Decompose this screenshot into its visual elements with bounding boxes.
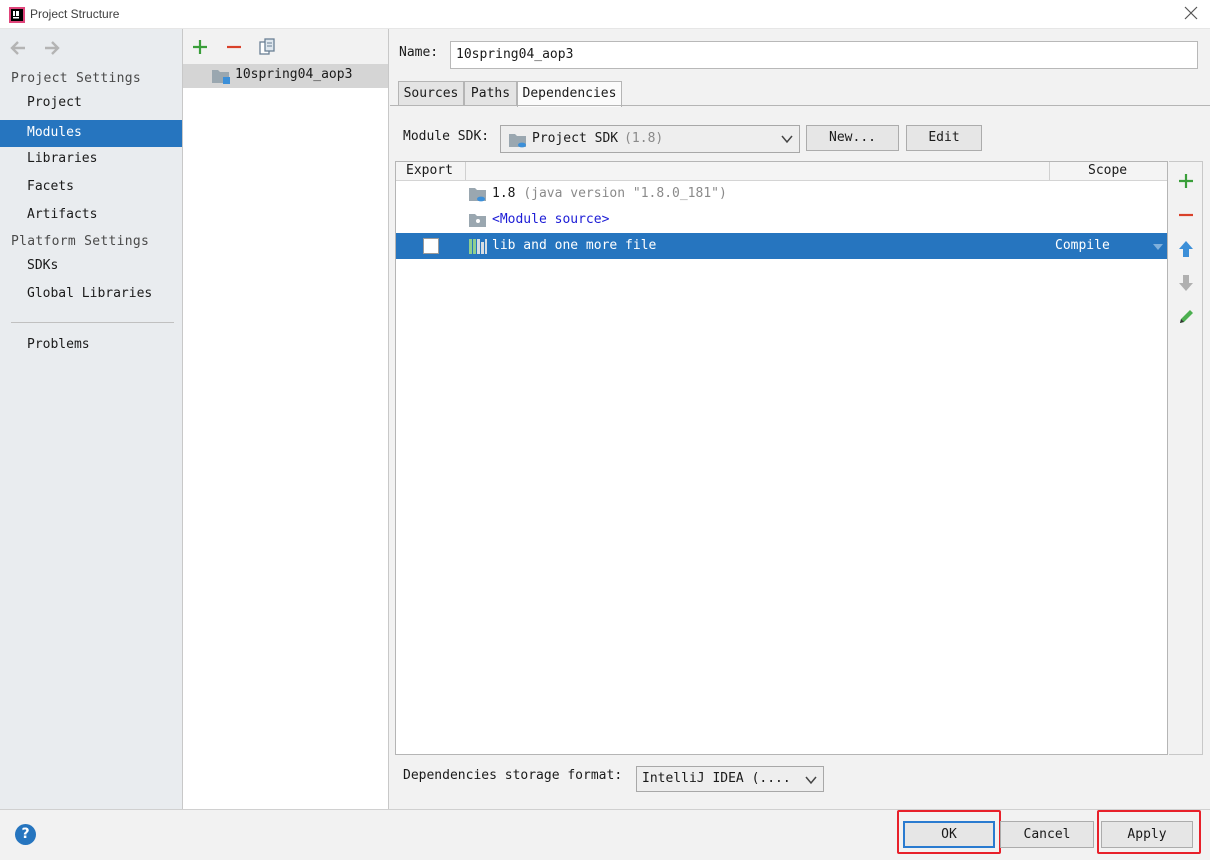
jdk-folder-icon [469,188,486,202]
dependency-name: <Module source> [492,212,610,227]
library-icon [469,239,487,254]
table-header: Export Scope [396,162,1167,181]
sidebar-item-facets[interactable]: Facets [0,174,182,201]
window-title: Project Structure [30,7,120,21]
scope-value[interactable]: Compile [1055,238,1110,253]
module-sdk-value: Project SDK [532,131,619,146]
storage-format-value: IntelliJ IDEA (.... [642,771,791,786]
module-folder-icon [212,70,230,84]
table-row[interactable]: lib and one more file Compile [396,233,1167,259]
tab-divider [390,105,1210,106]
table-row[interactable]: 1.8 (java version "1.8.0_181") [396,181,1167,207]
name-field[interactable]: 10spring04_aop3 [450,41,1198,69]
dependency-detail: (java version "1.8.0_181") [523,186,727,201]
ok-button[interactable]: OK [903,821,995,848]
help-icon[interactable]: ? [15,824,36,845]
back-arrow-icon[interactable] [9,39,27,57]
header-separator [1049,162,1050,180]
sidebar-item-libraries[interactable]: Libraries [0,146,182,173]
dialog-footer: ? OK Cancel Apply [0,809,1210,860]
module-list-panel: 10spring04_aop3 [183,29,389,809]
move-down-icon[interactable] [1177,274,1195,292]
header-separator [465,162,466,180]
name-label: Name: [399,45,439,60]
module-sdk-dropdown[interactable]: Project SDK (1.8) [500,125,800,153]
add-icon[interactable] [191,38,209,56]
sidebar-item-project[interactable]: Project [0,90,182,117]
sidebar-item-sdks[interactable]: SDKs [0,253,182,280]
dependency-toolbar [1169,161,1203,755]
forward-arrow-icon[interactable] [43,39,61,57]
section-project-settings: Project Settings [11,71,142,86]
chevron-down-icon [781,135,793,144]
sidebar-item-artifacts[interactable]: Artifacts [0,202,182,229]
module-details: Name: 10spring04_aop3 Sources Paths Depe… [390,29,1210,809]
remove-icon[interactable] [225,38,243,56]
module-source-folder-icon [469,214,486,227]
sidebar-item-global-libraries[interactable]: Global Libraries [0,281,182,308]
close-icon[interactable] [1184,6,1198,20]
dependency-name: 1.8 [492,186,516,201]
cancel-button[interactable]: Cancel [1000,821,1094,848]
sidebar-divider [11,322,174,323]
storage-format-label: Dependencies storage format: [403,768,623,783]
chevron-down-icon[interactable] [1153,244,1163,250]
dependencies-table: Export Scope 1.8 (java version "1.8.0_18… [395,161,1168,755]
chevron-down-icon [805,776,817,785]
export-checkbox[interactable] [423,238,439,254]
title-bar: Project Structure [0,0,1210,29]
module-row[interactable]: 10spring04_aop3 [183,64,388,88]
add-icon[interactable] [1177,172,1195,190]
module-sdk-label: Module SDK: [403,129,490,144]
sidebar-item-modules[interactable]: Modules [0,120,182,147]
edit-pencil-icon[interactable] [1177,308,1195,326]
move-up-icon[interactable] [1177,240,1195,258]
tab-paths[interactable]: Paths [464,81,517,106]
column-export[interactable]: Export [406,162,453,180]
table-row[interactable]: <Module source> [396,207,1167,233]
sidebar-item-problems[interactable]: Problems [0,332,182,359]
module-name: 10spring04_aop3 [235,67,353,82]
storage-format-dropdown[interactable]: IntelliJ IDEA (.... [636,766,824,792]
section-platform-settings: Platform Settings [11,234,150,249]
module-toolbar [183,29,388,64]
remove-icon[interactable] [1177,206,1195,224]
copy-icon[interactable] [258,38,276,56]
intellij-icon [9,7,25,23]
dependency-name: lib and one more file [492,238,657,253]
settings-sidebar: Project Settings Project Modules Librari… [0,29,183,809]
jdk-folder-icon [509,134,526,148]
edit-sdk-button[interactable]: Edit [906,125,982,151]
column-scope[interactable]: Scope [1088,162,1127,180]
tab-sources[interactable]: Sources [398,81,464,106]
new-sdk-button[interactable]: New... [806,125,899,151]
module-sdk-version: (1.8) [624,131,664,146]
apply-button[interactable]: Apply [1101,821,1193,848]
tab-dependencies[interactable]: Dependencies [517,81,622,107]
